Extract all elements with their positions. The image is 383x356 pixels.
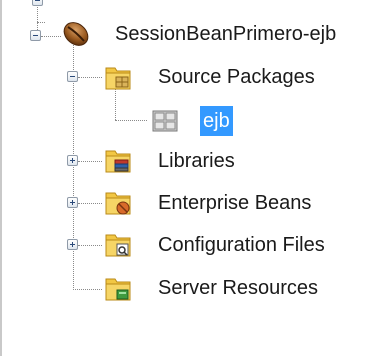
tree-connector	[37, 22, 45, 23]
folder-library-icon	[103, 145, 133, 175]
tree-left-border	[0, 0, 2, 356]
source-packages-collapse-toggle[interactable]	[67, 71, 78, 82]
tree-connector	[115, 88, 116, 120]
enterprise-beans-expand-toggle[interactable]	[67, 197, 78, 208]
tree-connector	[78, 161, 102, 162]
tree-item-ejb[interactable]: ejb	[200, 106, 233, 136]
package-icon	[150, 106, 180, 136]
expander-partial[interactable]	[32, 0, 43, 6]
tree-item-libraries[interactable]: Libraries	[158, 149, 235, 173]
tree-connector	[78, 245, 102, 246]
folder-package-icon	[103, 62, 133, 92]
project-name-label[interactable]: SessionBeanPrimero-ejb	[115, 22, 336, 46]
tree-connector	[78, 203, 102, 204]
libraries-expand-toggle[interactable]	[67, 155, 78, 166]
tree-item-server-resources[interactable]: Server Resources	[158, 276, 318, 300]
tree-connector	[78, 77, 102, 78]
project-tree: SessionBeanPrimero-ejb Source Packages e…	[0, 0, 383, 356]
tree-item-enterprise-beans[interactable]: Enterprise Beans	[158, 191, 311, 215]
project-collapse-toggle[interactable]	[30, 30, 41, 41]
folder-server-icon	[103, 273, 133, 303]
tree-connector	[41, 36, 61, 37]
tree-item-source-packages[interactable]: Source Packages	[158, 65, 315, 89]
tree-connector	[115, 120, 147, 121]
configuration-files-expand-toggle[interactable]	[67, 239, 78, 250]
tree-connector	[73, 289, 102, 290]
coffee-bean-icon	[60, 18, 90, 48]
folder-bean-icon	[103, 187, 133, 217]
tree-item-configuration-files[interactable]: Configuration Files	[158, 233, 325, 257]
folder-config-icon	[103, 229, 133, 259]
